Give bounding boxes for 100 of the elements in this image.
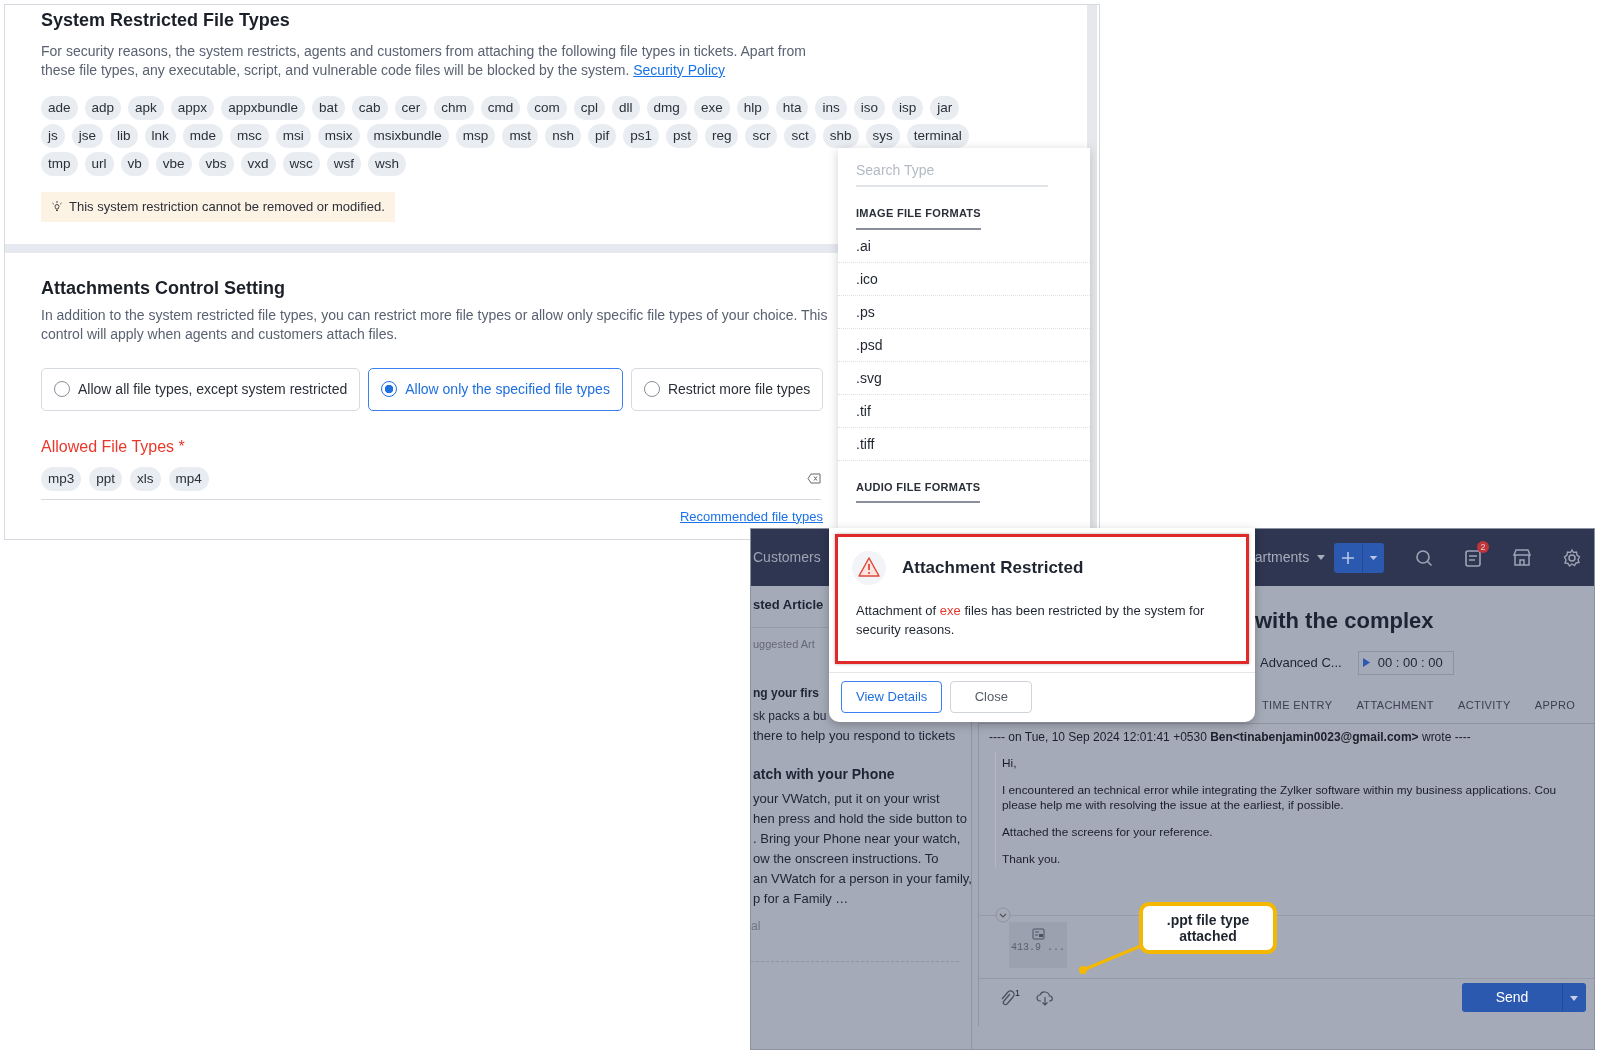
cloud-download-icon[interactable] (1036, 989, 1054, 1006)
article-line: . Bring your Phone near your watch, (753, 830, 961, 848)
dialog-title: Attachment Restricted (902, 557, 1084, 580)
article-title[interactable]: ng your firs (753, 684, 819, 702)
file-type-tag: appxbundle (221, 96, 305, 120)
file-icon (1031, 928, 1045, 940)
article-line: sk packs a bu (753, 708, 827, 725)
tab[interactable]: TIME ENTRY (1262, 696, 1333, 713)
file-type-tag: pif (587, 124, 617, 148)
play-icon[interactable] (1362, 658, 1370, 668)
article-line: ow the onscreen instructions. To (753, 850, 939, 868)
file-type-tag: apk (128, 96, 164, 120)
security-policy-link[interactable]: Security Policy (633, 62, 726, 78)
file-type-tag: hta (775, 96, 809, 120)
paperclip-icon[interactable] (999, 988, 1015, 1007)
field-label: Allowed File Types (41, 437, 176, 455)
article-line: your VWatch, put it on your wrist (753, 790, 940, 808)
file-type-tag: dmg (646, 96, 687, 120)
close-button[interactable]: Close (950, 681, 1033, 713)
radio-option[interactable]: Allow only the specified file types (368, 367, 623, 411)
file-type-tag: cab (351, 96, 388, 120)
dropdown-item[interactable]: .ico (838, 262, 1090, 296)
file-type-tag: com (527, 96, 567, 120)
recommended-link[interactable]: Recommended file types (679, 508, 823, 524)
ticket-title: with the complex (1255, 607, 1434, 635)
allowed-types-field[interactable]: mp3 ppt xls mp4 (41, 466, 821, 500)
email-header: ---- on Tue, 10 Sep 2024 12:01:41 +0530 Ben<tinabenjamin0023@gmail.com> wrote ---- (989, 729, 1471, 746)
file-type-tag: msi (275, 124, 311, 148)
clear-icon[interactable] (807, 472, 821, 484)
dropdown-item[interactable]: .psd (838, 328, 1090, 362)
sidebar-heading: sted Article (753, 596, 824, 614)
dropdown-item[interactable]: .svg (838, 361, 1090, 395)
bulb-icon (51, 200, 63, 214)
group-heading: IMAGE FILE FORMATS (856, 205, 981, 230)
store-icon[interactable] (1512, 547, 1532, 568)
dialog-message: Attachment of exe files has been restricted by the system for security reasons. (855, 602, 1206, 639)
file-type-tag: cpl (573, 96, 606, 120)
notes-icon[interactable] (1464, 548, 1482, 569)
search-icon[interactable] (1414, 547, 1434, 568)
file-type-tag: adp (84, 96, 122, 120)
chevron-icon[interactable] (995, 907, 1011, 923)
tab[interactable]: ATTACHMENT (1356, 696, 1434, 713)
section-title: Attachments Control Setting (41, 276, 285, 300)
option-label: Restrict more file types (667, 379, 811, 399)
file-type-tag: lib (110, 124, 138, 148)
tab[interactable]: APPRO (1534, 696, 1576, 713)
settings-icon[interactable] (1562, 547, 1582, 568)
required-mark: * (178, 437, 185, 455)
article-line: there to help you respond to tickets (753, 727, 956, 745)
file-type-tag: isp (892, 96, 924, 120)
dropdown-item[interactable]: .ai (838, 229, 1090, 263)
radio-option[interactable]: Allow all file types, except system restricted (41, 367, 361, 411)
group-heading: AUDIO FILE FORMATS (856, 478, 981, 503)
article-line: p for a Family … (753, 890, 849, 908)
field-value: Advanced C... (1260, 654, 1342, 672)
file-type-tag: chm (434, 96, 474, 120)
send-options-button[interactable] (1562, 983, 1586, 1012)
nav-item[interactable]: Customers (753, 547, 821, 568)
option-label: Allow all file types, except system restricted (78, 379, 348, 399)
file-type-tag: ps1 (623, 124, 659, 148)
file-type-tag: terminal (906, 124, 969, 148)
section-description: For security reasons, the system restricts, agents and customers from attaching the following file types in tickets. Apart from these file types, any executable, script, and vulnerable code files will be blocked by the system. Security Policy (41, 42, 807, 80)
file-type-tag: appx (170, 96, 215, 120)
nav-item[interactable]: artments (1254, 547, 1310, 568)
radio-option[interactable]: Restrict more file types (630, 367, 824, 411)
file-type-tag: msp (455, 124, 496, 148)
dropdown-item[interactable]: .tiff (838, 427, 1090, 461)
timer-text: 00 : 00 : 00 (1377, 654, 1443, 672)
file-type-tag: vb (120, 152, 149, 176)
file-type-tag: jse (71, 124, 103, 148)
radio-button[interactable] (381, 381, 398, 397)
file-size: 413.9 ... (1011, 941, 1065, 955)
file-type-tag: vbs (198, 152, 234, 176)
tab[interactable]: ACTIVITY (1457, 696, 1511, 713)
view-details-button[interactable]: View Details (841, 681, 943, 713)
file-type-tag: ins (815, 96, 847, 120)
file-type-tag: jar (930, 96, 960, 120)
article-title[interactable]: atch with your Phone (753, 764, 895, 785)
dropdown-item[interactable]: .tif (838, 394, 1090, 428)
dropdown-item[interactable]: .ps (838, 295, 1090, 329)
file-type-tag: dll (612, 96, 640, 120)
file-type-tag: bat (311, 96, 345, 120)
file-type-tag: sys (865, 124, 900, 148)
file-type-tag: vbe (155, 152, 192, 176)
send-button[interactable]: Send (1462, 983, 1562, 1012)
file-type-tag: xls (130, 466, 161, 491)
file-type-tag: pst (665, 124, 698, 148)
callout-label: .ppt file type attached (1139, 902, 1277, 954)
file-type-tag: nsh (545, 124, 581, 148)
caret-icon[interactable] (1317, 555, 1326, 560)
file-type-tag: vxd (240, 152, 276, 176)
file-type-tag: sct (784, 124, 816, 148)
file-type-tag: shb (822, 124, 859, 148)
section-title: System Restricted File Types (41, 9, 290, 32)
add-button[interactable] (1334, 542, 1384, 573)
article-line: hen press and hold the side button to (753, 810, 967, 828)
email-paragraph: Hi, (1002, 756, 1017, 771)
email-paragraph: I encountered an technical error while integrating the Zylker software within my business applications. Cou please help me with resolving the issue at the earliest, if possible. (1002, 783, 1557, 813)
file-type-tag: mst (502, 124, 539, 148)
file-type-tag: ade (41, 96, 78, 120)
